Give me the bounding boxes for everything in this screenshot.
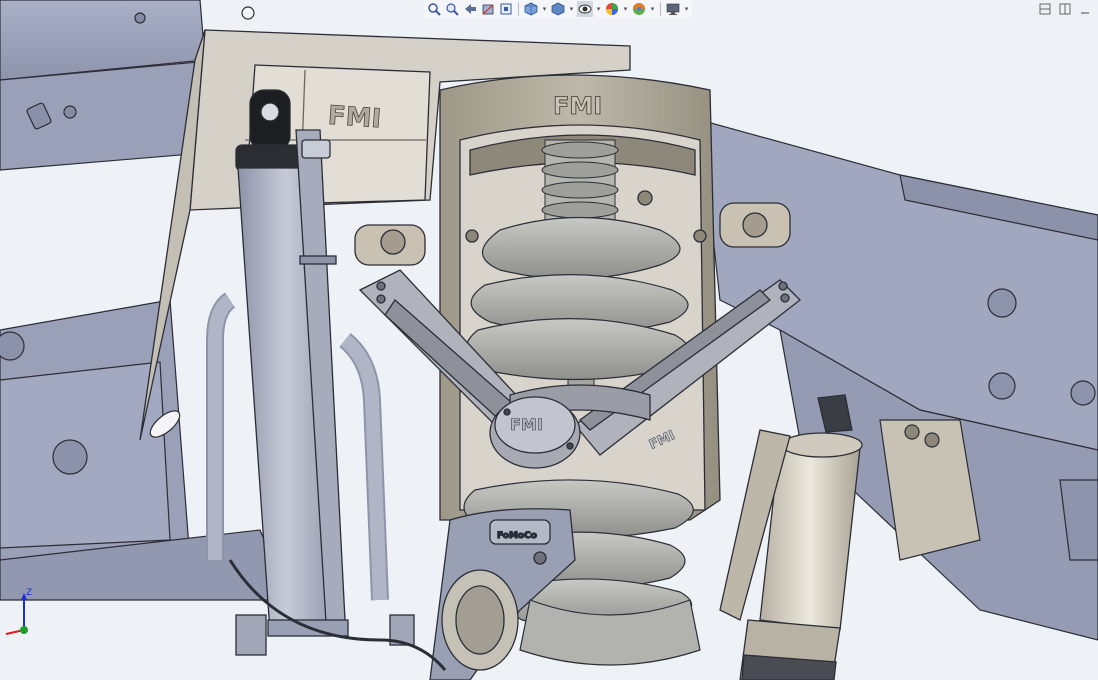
apply-scene-icon[interactable] [631, 1, 647, 17]
tower-logo: FMI [553, 92, 602, 120]
graphics-area[interactable]: FMI FMI FMI FMI FoMoCo ▾ ▾ ▾ ▾ ▾ ▾ Z [0, 0, 1098, 680]
zoom-area-icon[interactable] [444, 1, 460, 17]
chevron-down-icon[interactable]: ▾ [649, 1, 656, 17]
ball-joint-cap-logo: FMI [510, 415, 543, 434]
section-view-icon[interactable] [480, 1, 496, 17]
tile-vertical-icon[interactable] [1058, 2, 1072, 16]
tile-horizontal-icon[interactable] [1038, 2, 1052, 16]
heads-up-view-toolbar: ▾ ▾ ▾ ▾ ▾ ▾ [424, 0, 692, 18]
edit-appearance-icon[interactable] [604, 1, 620, 17]
chevron-down-icon[interactable]: ▾ [622, 1, 629, 17]
chevron-down-icon[interactable]: ▾ [541, 1, 548, 17]
chevron-down-icon[interactable]: ▾ [595, 1, 602, 17]
toolbar-separator [518, 2, 519, 16]
dynamic-annotation-icon[interactable] [498, 1, 514, 17]
bracket-logo: FMI [327, 101, 382, 135]
display-style-icon[interactable] [550, 1, 566, 17]
chevron-down-icon[interactable]: ▾ [568, 1, 575, 17]
minimize-icon[interactable] [1078, 2, 1092, 16]
knuckle-stamp: FoMoCo [497, 531, 537, 541]
previous-view-icon[interactable] [462, 1, 478, 17]
triad-z-label: Z [26, 588, 33, 598]
cad-model-view[interactable]: FMI FMI FMI FMI FoMoCo [0, 0, 1098, 680]
zoom-to-fit-icon[interactable] [426, 1, 442, 17]
chevron-down-icon[interactable]: ▾ [683, 1, 690, 17]
view-settings-icon[interactable] [665, 1, 681, 17]
hide-show-items-icon[interactable] [577, 1, 593, 17]
window-controls [1038, 0, 1098, 18]
toolbar-separator [660, 2, 661, 16]
view-orientation-icon[interactable] [523, 1, 539, 17]
reference-triad[interactable]: Z [2, 588, 42, 640]
